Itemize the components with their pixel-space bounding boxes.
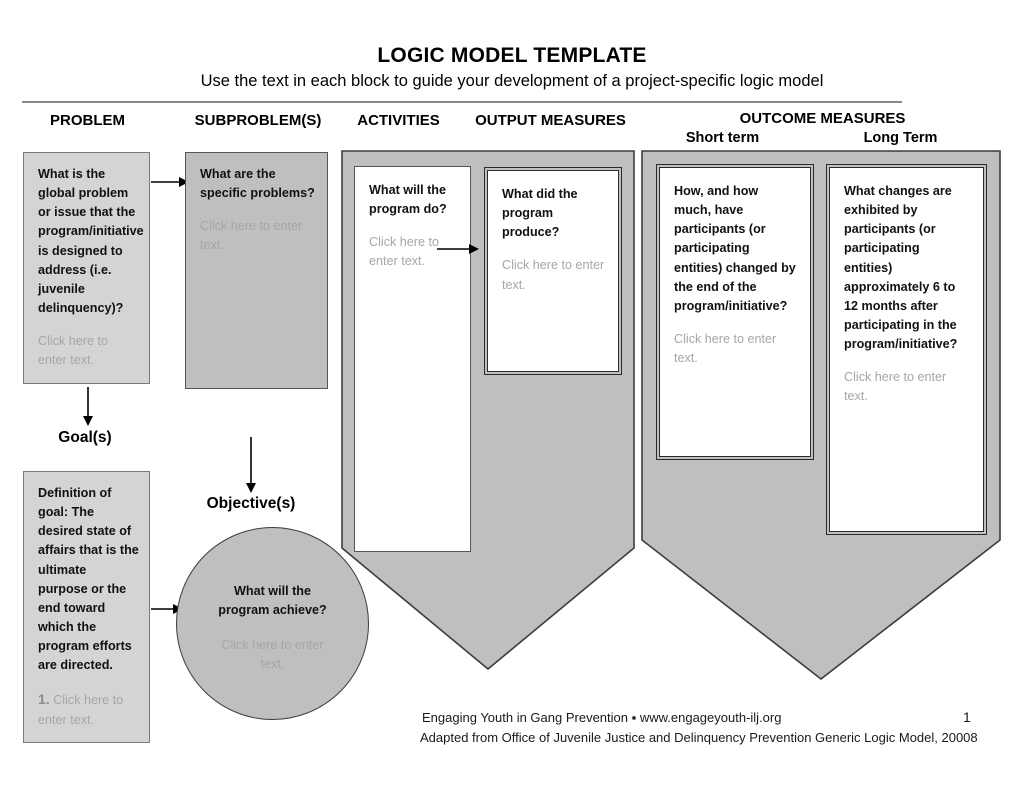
- footer-line-2: Adapted from Office of Juvenile Justice …: [420, 730, 978, 745]
- subproblem-placeholder[interactable]: Click here to enter text.: [200, 217, 317, 255]
- arrow-subproblem-to-objective: [243, 437, 259, 493]
- goal-definition-box[interactable]: Definition of goal: The desired state of…: [23, 471, 150, 743]
- activities-box[interactable]: What will the program do? Click here to …: [354, 166, 471, 552]
- arrow-problem-to-subproblem: [151, 175, 189, 189]
- problem-prompt: What is the global problem or issue that…: [38, 167, 144, 315]
- header-divider: [22, 101, 902, 103]
- long-term-outcome-box[interactable]: What changes are exhibited by participan…: [826, 164, 987, 535]
- goal-number: 1.: [38, 691, 50, 708]
- footer-line-1: Engaging Youth in Gang Prevention ▪ www.…: [422, 710, 782, 725]
- goal-placeholder[interactable]: 1. Click here to enter text.: [38, 689, 139, 729]
- short-term-outcome-box[interactable]: How, and how much, have participants (or…: [656, 164, 814, 460]
- goal-label: Goal(s): [58, 429, 112, 446]
- output-measures-box[interactable]: What did the program produce? Click here…: [484, 167, 622, 375]
- objective-circle[interactable]: What will the program achieve? Click her…: [176, 527, 369, 720]
- column-subheader-long-term: Long Term: [863, 130, 938, 146]
- objective-placeholder[interactable]: Click here to enter text.: [209, 636, 336, 674]
- output-placeholder[interactable]: Click here to enter text.: [502, 256, 606, 294]
- column-subheader-short-term: Short term: [685, 130, 760, 146]
- objective-label: Objective(s): [206, 495, 296, 512]
- column-header-output-measures: OUTPUT MEASURES: [475, 112, 626, 129]
- logic-model-page: LOGIC MODEL TEMPLATE Use the text in eac…: [0, 0, 1024, 791]
- problem-placeholder[interactable]: Click here to enter text.: [38, 332, 139, 370]
- short-term-placeholder[interactable]: Click here to enter text.: [674, 330, 798, 368]
- short-term-prompt: How, and how much, have participants (or…: [674, 184, 796, 313]
- footer-page-number: 1: [963, 709, 971, 725]
- output-prompt: What did the program produce?: [502, 187, 578, 240]
- arrow-activities-to-output: [437, 242, 479, 256]
- subproblem-prompt: What are the specific problems?: [200, 167, 315, 201]
- arrow-problem-to-goal: [80, 387, 96, 426]
- long-term-prompt: What changes are exhibited by participan…: [844, 184, 958, 352]
- activities-prompt: What will the program do?: [369, 183, 447, 217]
- column-header-problem: PROBLEM: [50, 112, 125, 129]
- column-header-outcome-measures: OUTCOME MEASURES: [739, 110, 906, 127]
- column-header-subproblems: SUBPROBLEM(S): [194, 112, 322, 129]
- column-header-activities: ACTIVITIES: [357, 112, 440, 129]
- long-term-placeholder[interactable]: Click here to enter text.: [844, 368, 971, 406]
- problem-box[interactable]: What is the global problem or issue that…: [23, 152, 150, 384]
- goal-placeholder-text: Click here to enter text.: [38, 693, 124, 727]
- objective-prompt: What will the program achieve?: [218, 584, 327, 618]
- goal-prompt: Definition of goal: The desired state of…: [38, 486, 139, 673]
- subproblem-box[interactable]: What are the specific problems? Click he…: [185, 152, 328, 389]
- page-title: LOGIC MODEL TEMPLATE: [377, 44, 647, 67]
- page-subtitle: Use the text in each block to guide your…: [200, 72, 824, 90]
